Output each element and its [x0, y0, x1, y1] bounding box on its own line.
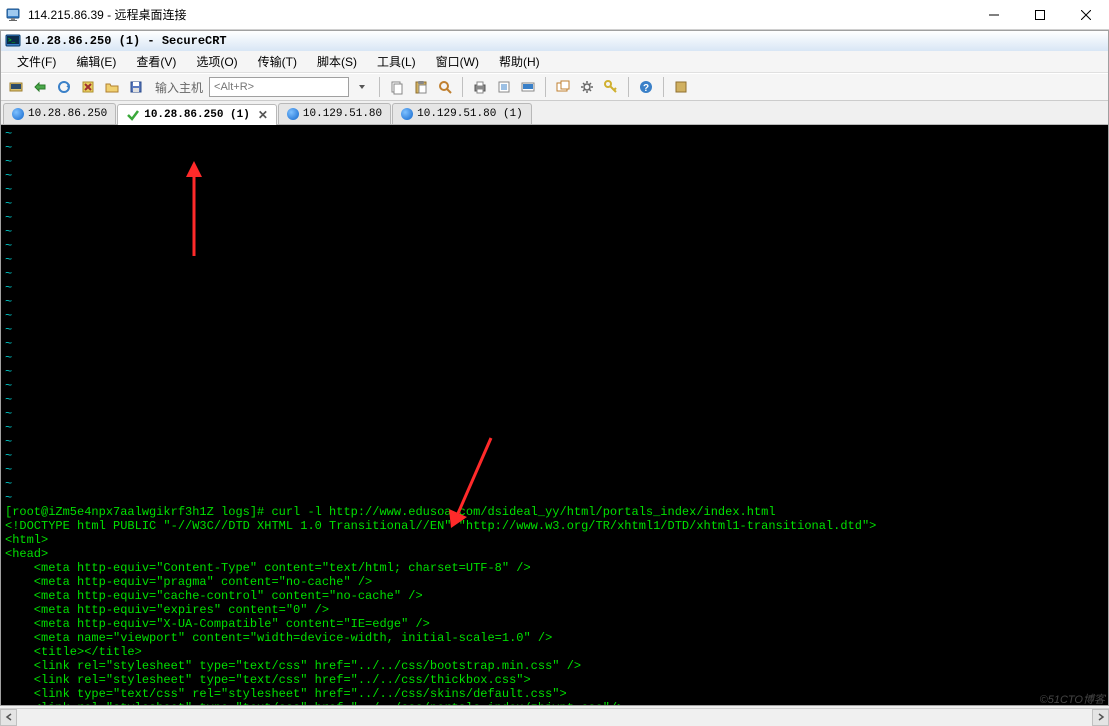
close-button[interactable] — [1063, 0, 1109, 29]
toolbar-reconnect-icon[interactable] — [53, 76, 75, 98]
minimize-button[interactable] — [971, 0, 1017, 29]
tab-label: 10.28.86.250 — [28, 108, 107, 120]
rdp-titlebar: 114.215.86.39 - 远程桌面连接 — [0, 0, 1109, 30]
host-label: 输入主机 — [155, 79, 203, 96]
toolbar-properties-icon[interactable] — [493, 76, 515, 98]
tab-close-icon[interactable]: ✕ — [258, 108, 268, 123]
crt-title: 10.28.86.250 (1) - SecureCRT — [25, 34, 227, 48]
maximize-button[interactable] — [1017, 0, 1063, 29]
terminal-output[interactable]: ~ ~ ~ ~ ~ ~ ~ ~ ~ ~ ~ ~ ~ ~ ~ ~ ~ ~ ~ ~ … — [1, 125, 1108, 705]
toolbar-disconnect-icon[interactable] — [77, 76, 99, 98]
menu-edit[interactable]: 编辑(E) — [66, 51, 126, 72]
toolbar: 输入主机 ? — [1, 73, 1108, 101]
tab-label: 10.129.51.80 — [303, 108, 382, 120]
tab-1[interactable]: 10.28.86.250 (1) ✕ — [117, 104, 277, 125]
scroll-track[interactable] — [17, 709, 1092, 725]
menu-script[interactable]: 脚本(S) — [307, 51, 367, 72]
rdp-title: 114.215.86.39 - 远程桌面连接 — [28, 6, 187, 23]
tab-3[interactable]: 10.129.51.80 (1) — [392, 103, 532, 124]
svg-text:>_: >_ — [8, 37, 16, 44]
session-tabs: 10.28.86.250 10.28.86.250 (1) ✕ 10.129.5… — [1, 101, 1108, 125]
toolbar-quick-connect-icon[interactable] — [29, 76, 51, 98]
menu-view[interactable]: 查看(V) — [126, 51, 186, 72]
toolbar-misc-icon[interactable] — [670, 76, 692, 98]
securecrt-window: >_ 10.28.86.250 (1) - SecureCRT 文件(F) 编辑… — [0, 30, 1109, 706]
toolbar-help-icon[interactable]: ? — [635, 76, 657, 98]
menu-file[interactable]: 文件(F) — [7, 51, 66, 72]
securecrt-icon: >_ — [5, 33, 21, 49]
menu-window[interactable]: 窗口(W) — [426, 51, 489, 72]
menu-options[interactable]: 选项(O) — [186, 51, 247, 72]
tab-0[interactable]: 10.28.86.250 — [3, 103, 116, 124]
status-dot-icon — [287, 108, 299, 120]
toolbar-session-icon[interactable] — [517, 76, 539, 98]
watermark: ©51CTO博客 — [1040, 691, 1105, 707]
annotation-arrow-down — [441, 405, 501, 561]
window-controls — [971, 0, 1109, 29]
tab-label: 10.129.51.80 (1) — [417, 108, 523, 120]
tab-2[interactable]: 10.129.51.80 — [278, 103, 391, 124]
toolbar-find-icon[interactable] — [434, 76, 456, 98]
toolbar-settings-icon[interactable] — [576, 76, 598, 98]
scroll-left-icon[interactable] — [0, 709, 17, 726]
crt-titlebar: >_ 10.28.86.250 (1) - SecureCRT — [1, 31, 1108, 51]
toolbar-open-icon[interactable] — [101, 76, 123, 98]
menu-bar: 文件(F) 编辑(E) 查看(V) 选项(O) 传输(T) 脚本(S) 工具(L… — [1, 51, 1108, 73]
toolbar-print-icon[interactable] — [469, 76, 491, 98]
status-dot-icon — [12, 108, 24, 120]
host-input[interactable] — [209, 77, 349, 97]
toolbar-connect-icon[interactable] — [5, 76, 27, 98]
toolbar-key-icon[interactable] — [600, 76, 622, 98]
svg-text:?: ? — [643, 83, 649, 94]
toolbar-copy-icon[interactable] — [386, 76, 408, 98]
toolbar-save-icon[interactable] — [125, 76, 147, 98]
check-icon — [126, 108, 140, 122]
tab-label: 10.28.86.250 (1) — [144, 109, 250, 121]
scroll-right-icon[interactable] — [1092, 709, 1109, 726]
horizontal-scrollbar[interactable] — [0, 708, 1109, 725]
annotation-arrow-up — [179, 133, 222, 289]
menu-help[interactable]: 帮助(H) — [489, 51, 550, 72]
status-dot-icon — [401, 108, 413, 120]
toolbar-newtab-icon[interactable] — [552, 76, 574, 98]
rdp-icon — [6, 7, 22, 23]
toolbar-paste-icon[interactable] — [410, 76, 432, 98]
menu-transfer[interactable]: 传输(T) — [248, 51, 307, 72]
toolbar-dropdown-icon[interactable] — [351, 76, 373, 98]
menu-tools[interactable]: 工具(L) — [367, 51, 426, 72]
